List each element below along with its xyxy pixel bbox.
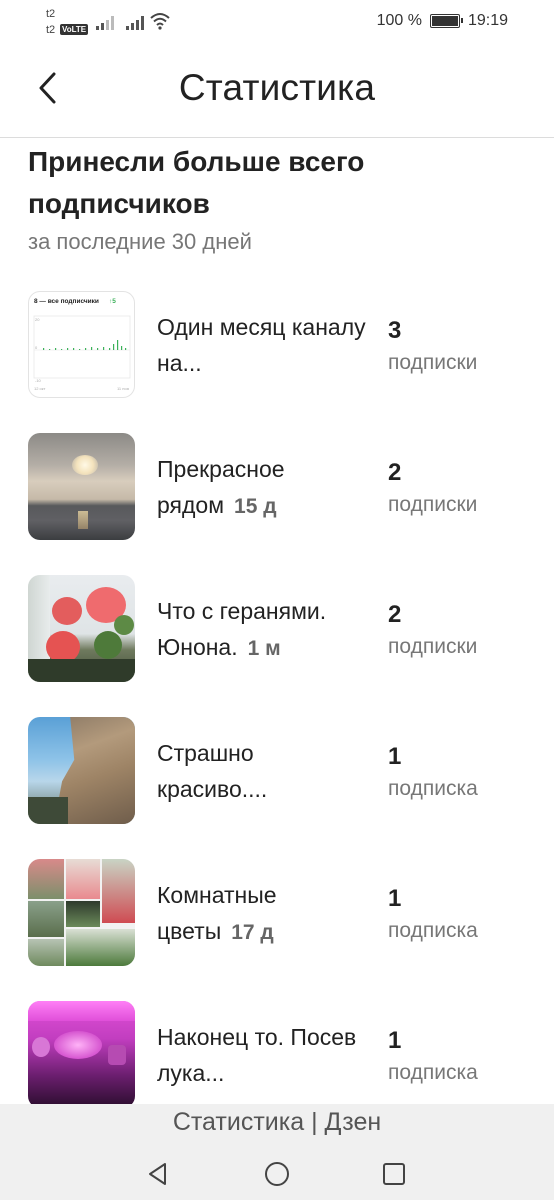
item-title: Наконец то. Посев лука... <box>157 1024 357 1086</box>
signal-icon <box>96 14 114 30</box>
collage-thumbnail <box>28 859 135 966</box>
circle-home-icon <box>265 1162 289 1186</box>
square-recents-icon <box>383 1163 405 1185</box>
chart-thumb-date-end: 11 ноя <box>117 386 129 391</box>
chart-thumb-label: 8 — все подписчики <box>34 298 99 305</box>
status-left: t2 t2 VoLTE <box>46 6 186 40</box>
item-title: Страшно красиво.... <box>157 740 268 802</box>
chart-thumb-tick-mid: 0 <box>35 345 38 350</box>
wifi-icon <box>150 13 170 30</box>
volte-badge: VoLTE <box>60 24 89 35</box>
item-title: Комнатные цветы 17 д <box>157 882 277 944</box>
chart-thumb-badge: ↑5 <box>109 298 116 305</box>
subscriber-count: 1 <box>388 885 402 912</box>
nav-back-button[interactable] <box>138 1154 178 1194</box>
sunset-thumbnail <box>28 433 135 540</box>
list-item[interactable]: Что с геранями. Юнона. 1 м 2 подписки <box>0 575 554 683</box>
browser-footer: Статистика | Дзен <box>0 1104 554 1200</box>
item-title: Что с геранями. Юнона. 1 м <box>157 598 327 660</box>
chart-thumb-date-start: 12 окт <box>34 386 46 391</box>
subscriber-unit: подписки <box>388 493 478 516</box>
pink-light-thumbnail <box>28 1001 135 1108</box>
subscriber-count: 1 <box>388 1027 402 1054</box>
rocks-thumbnail <box>28 717 135 824</box>
nav-home-button[interactable] <box>257 1154 297 1194</box>
subscriber-count: 2 <box>388 601 402 628</box>
chart-thumb-tick-bottom: -10 <box>35 378 42 383</box>
subscriber-unit: подписки <box>388 635 478 658</box>
subscriber-count: 1 <box>388 743 402 770</box>
subscriber-count: 3 <box>388 317 402 344</box>
list-item[interactable]: Страшно красиво.... 1 подписка <box>0 717 554 825</box>
system-nav-bar <box>0 1148 554 1198</box>
section-header: Принесли больше всего подписчиков за пос… <box>28 140 528 255</box>
carrier-label-2: t2 <box>46 24 56 36</box>
subscriber-unit: подписка <box>388 777 478 800</box>
signal-icon <box>126 14 144 30</box>
geranium-thumbnail <box>28 575 135 682</box>
chart-thumbnail: 8 — все подписчики ↑5 20 0 -10 12 окт 11… <box>28 291 135 398</box>
clock: 19:19 <box>467 12 508 29</box>
item-age: 1 м <box>247 637 281 660</box>
nav-recents-button[interactable] <box>374 1154 414 1194</box>
chart-thumb-tick-top: 20 <box>35 317 40 322</box>
subscriber-unit: подписка <box>388 1061 478 1084</box>
status-bar: t2 t2 VoLTE 100 % 19:19 <box>0 0 554 44</box>
list-item[interactable]: 8 — все подписчики ↑5 20 0 -10 12 окт 11… <box>0 291 554 399</box>
item-title: Один месяц каналу на... <box>157 314 366 376</box>
page-tab-title[interactable]: Статистика | Дзен <box>0 1108 554 1137</box>
app-header: Статистика <box>0 44 554 138</box>
list-item[interactable]: Комнатные цветы 17 д 1 подписка <box>0 859 554 967</box>
list-item[interactable]: Наконец то. Посев лука... 1 подписка <box>0 1001 554 1109</box>
item-title: Прекрасное рядом 15 д <box>157 456 285 518</box>
item-age: 15 д <box>234 495 277 518</box>
section-subheading: за последние 30 дней <box>28 229 252 254</box>
subscriber-unit: подписки <box>388 351 478 374</box>
list-item[interactable]: Прекрасное рядом 15 д 2 подписки <box>0 433 554 541</box>
battery-icon <box>429 14 463 28</box>
page-title: Статистика <box>178 67 376 108</box>
battery-percent: 100 % <box>376 12 422 29</box>
subscriber-unit: подписка <box>388 919 478 942</box>
triangle-back-icon <box>149 1163 166 1185</box>
item-age: 17 д <box>231 921 274 944</box>
chart-thumb-bars <box>43 340 127 350</box>
status-right: 100 % 19:19 <box>377 12 508 30</box>
subscriber-count: 2 <box>388 459 402 486</box>
section-heading: Принесли больше всего подписчиков <box>28 146 365 219</box>
carrier-label-1: t2 <box>46 8 56 20</box>
